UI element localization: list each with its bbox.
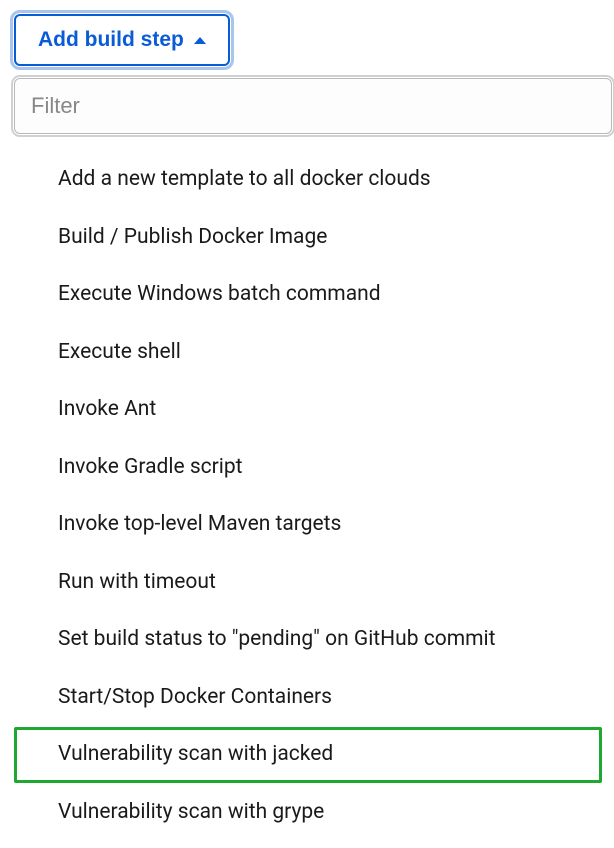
menu-item[interactable]: Run with timeout [14, 555, 602, 611]
add-build-step-button[interactable]: Add build step [14, 14, 230, 66]
menu-item[interactable]: Execute shell [14, 325, 602, 381]
menu-item[interactable]: Start/Stop Docker Containers [14, 670, 602, 726]
menu-item[interactable]: Set build status to "pending" on GitHub … [14, 612, 602, 668]
caret-up-icon [194, 37, 206, 44]
menu-item[interactable]: Invoke top-level Maven targets [14, 497, 602, 553]
filter-input[interactable] [14, 78, 612, 134]
menu-item[interactable]: Invoke Gradle script [14, 440, 602, 496]
menu-item[interactable]: Execute Windows batch command [14, 267, 602, 323]
menu-item[interactable]: Vulnerability scan with grype [14, 785, 602, 841]
build-step-menu: Add a new template to all docker cloudsB… [14, 144, 614, 848]
menu-item[interactable]: Add a new template to all docker clouds [14, 152, 602, 208]
menu-item[interactable]: Build / Publish Docker Image [14, 210, 602, 266]
menu-item[interactable]: Invoke Ant [14, 382, 602, 438]
add-build-step-label: Add build step [38, 28, 184, 52]
menu-item[interactable]: Vulnerability scan with jacked [14, 727, 602, 783]
